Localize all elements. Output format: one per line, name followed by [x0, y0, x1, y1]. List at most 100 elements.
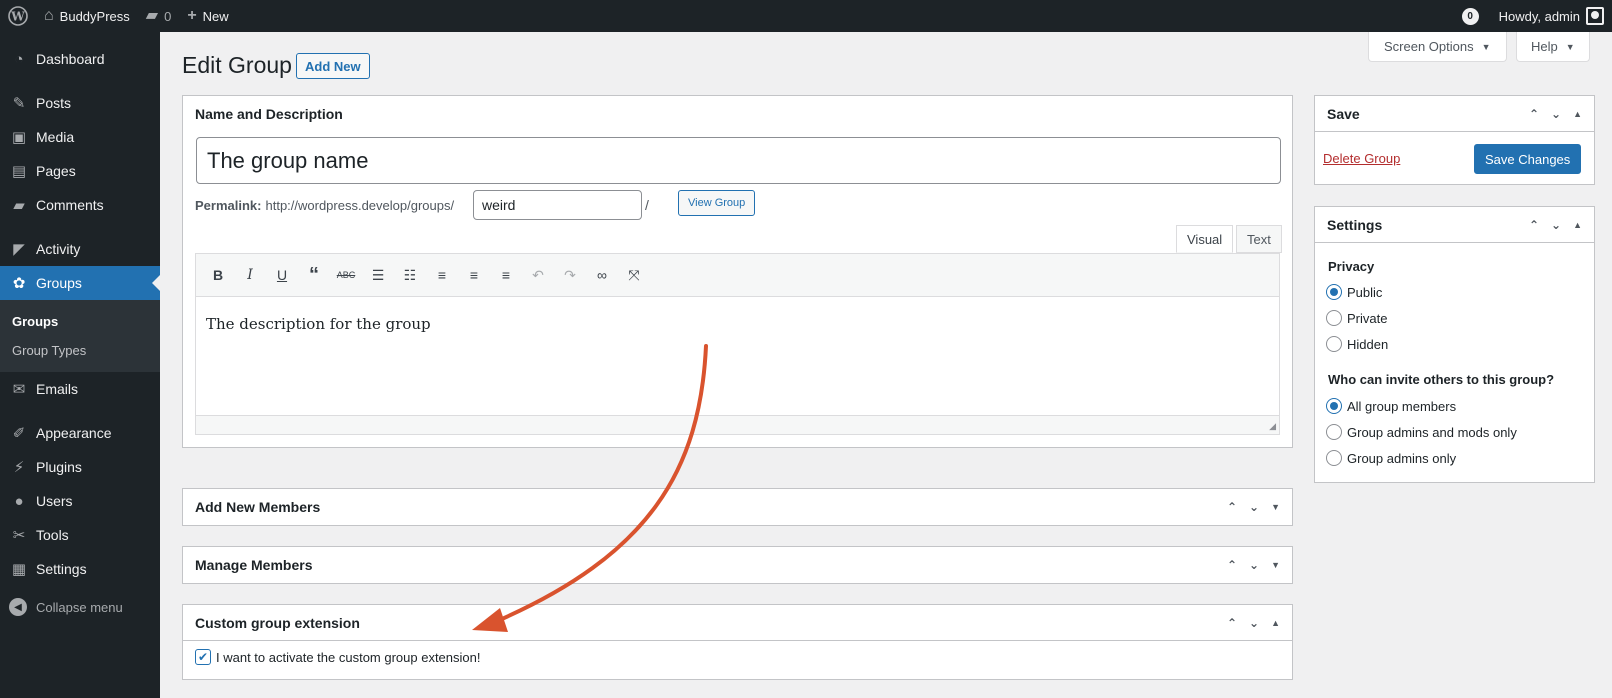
link-icon[interactable]: ∞ [586, 260, 618, 290]
postbox-header[interactable]: Settings ⌃ ⌄ ▲ [1315, 207, 1594, 243]
sidebar-item-appearance[interactable]: ✐ Appearance [0, 416, 160, 450]
sidebar-item-label: Dashboard [36, 51, 105, 67]
notification-badge[interactable]: 0 [1461, 7, 1479, 25]
italic-icon[interactable]: I [234, 260, 266, 290]
privacy-option-hidden[interactable]: Hidden [1326, 336, 1388, 352]
move-up-icon[interactable]: ⌃ [1227, 616, 1237, 630]
home-icon: ⌂ [44, 7, 54, 24]
help-button[interactable]: Help ▼ [1516, 32, 1590, 62]
sidebar-item-groups[interactable]: ✿ Groups [0, 266, 160, 300]
custom-extension-checkbox[interactable]: ✔ [195, 649, 211, 665]
sidebar-item-posts[interactable]: ✎ Posts [0, 86, 160, 120]
strikethrough-icon[interactable]: ABC [330, 260, 362, 290]
bold-icon[interactable]: B [202, 260, 234, 290]
fullscreen-icon[interactable]: ⤧ [618, 260, 650, 290]
postbox-header[interactable]: Manage Members ⌃ ⌄ ▼ [183, 547, 1292, 583]
delete-group-link[interactable]: Delete Group [1323, 151, 1400, 166]
align-right-icon[interactable]: ≡ [490, 260, 522, 290]
sidebar-item-plugins[interactable]: ⚡ Plugins [0, 450, 160, 484]
sidebar-item-comments[interactable]: ▰ Comments [0, 188, 160, 222]
invite-option-all[interactable]: All group members [1326, 398, 1456, 414]
toggle-panel-icon[interactable]: ▲ [1271, 618, 1280, 628]
add-new-button[interactable]: Add New [296, 53, 370, 79]
postbox-header[interactable]: Custom group extension ⌃ ⌄ ▲ [183, 605, 1292, 641]
tab-visual[interactable]: Visual [1176, 225, 1234, 253]
underline-icon[interactable]: U [266, 260, 298, 290]
numbered-list-icon[interactable]: ☷ [394, 260, 426, 290]
postbox-header[interactable]: Add New Members ⌃ ⌄ ▼ [183, 489, 1292, 525]
slug-input[interactable]: weird [473, 190, 642, 220]
move-down-icon[interactable]: ⌄ [1249, 500, 1259, 514]
sidebar-item-tools[interactable]: ✂ Tools [0, 518, 160, 552]
sidebar-item-settings[interactable]: ▦ Settings [0, 552, 160, 586]
move-up-icon[interactable]: ⌃ [1227, 558, 1237, 572]
my-account-link[interactable]: Howdy, admin [1491, 0, 1612, 32]
privacy-option-private[interactable]: Private [1326, 310, 1387, 326]
sidebar-item-pages[interactable]: ▤ Pages [0, 154, 160, 188]
align-left-icon[interactable]: ≡ [426, 260, 458, 290]
toggle-panel-icon[interactable]: ▼ [1271, 560, 1280, 570]
editor-statusbar: ◢ [196, 415, 1279, 434]
move-down-icon[interactable]: ⌄ [1551, 107, 1561, 121]
radio-public[interactable] [1326, 284, 1342, 300]
sidebar-item-label: Plugins [36, 459, 82, 475]
sidebar-item-users[interactable]: ● Users [0, 484, 160, 518]
radio-admins-mods[interactable] [1326, 424, 1342, 440]
save-changes-button[interactable]: Save Changes [1474, 144, 1582, 174]
dashboard-icon: ◔ [14, 50, 24, 68]
screen-options-button[interactable]: Screen Options ▼ [1368, 32, 1507, 62]
sidebar-item-media[interactable]: ▣ Media [0, 120, 160, 154]
radio-hidden[interactable] [1326, 336, 1342, 352]
toggle-panel-icon[interactable]: ▼ [1271, 502, 1280, 512]
new-content-link[interactable]: + New [179, 0, 236, 32]
avatar [1586, 7, 1604, 25]
sidebar-item-dashboard[interactable]: ◔ Dashboard [0, 42, 160, 76]
editor-content[interactable]: The description for the group [196, 297, 1279, 415]
blockquote-icon[interactable]: “ [298, 260, 330, 290]
move-down-icon[interactable]: ⌄ [1249, 558, 1259, 572]
move-up-icon[interactable]: ⌃ [1529, 107, 1539, 121]
sidebar-item-emails[interactable]: ✉ Emails [0, 372, 160, 406]
privacy-option-public[interactable]: Public [1326, 284, 1382, 300]
tab-text[interactable]: Text [1236, 225, 1282, 253]
radio-label: Public [1347, 284, 1383, 300]
bullet-list-icon[interactable]: ☰ [362, 260, 394, 290]
site-name-link[interactable]: ⌂ BuddyPress [36, 0, 138, 32]
sidebar-item-label: Pages [36, 163, 76, 179]
radio-all-members[interactable] [1326, 398, 1342, 414]
move-down-icon[interactable]: ⌄ [1249, 616, 1259, 630]
postbox-title: Custom group extension [195, 614, 360, 631]
sidebar-item-label: Tools [36, 527, 69, 543]
move-down-icon[interactable]: ⌄ [1551, 218, 1561, 232]
view-group-button[interactable]: View Group [678, 190, 756, 216]
plug-icon: ⚡ [13, 459, 25, 476]
radio-admins[interactable] [1326, 450, 1342, 466]
invite-option-admins-mods[interactable]: Group admins and mods only [1326, 424, 1517, 440]
submenu-item-group-types[interactable]: Group Types [0, 336, 160, 365]
toggle-panel-icon[interactable]: ▲ [1573, 220, 1582, 230]
move-up-icon[interactable]: ⌃ [1227, 500, 1237, 514]
sidebar-item-activity[interactable]: ◤ Activity [0, 232, 160, 266]
permalink-url: http://wordpress.develop/groups/ [265, 198, 455, 213]
submenu-item-groups[interactable]: Groups [0, 307, 160, 336]
collapse-menu-button[interactable]: ◀ Collapse menu [0, 590, 160, 624]
postbox-header[interactable]: Save ⌃ ⌄ ▲ [1315, 96, 1594, 132]
comments-link[interactable]: ▰ 0 [138, 0, 180, 32]
move-up-icon[interactable]: ⌃ [1529, 218, 1539, 232]
undo-icon[interactable]: ↶ [522, 260, 554, 290]
custom-extension-option: ✔ I want to activate the custom group ex… [195, 649, 480, 665]
group-name-input[interactable]: The group name [196, 137, 1281, 184]
align-center-icon[interactable]: ≡ [458, 260, 490, 290]
toggle-panel-icon[interactable]: ▲ [1573, 109, 1582, 119]
invite-option-admins[interactable]: Group admins only [1326, 450, 1456, 466]
radio-private[interactable] [1326, 310, 1342, 326]
howdy-text: Howdy, admin [1498, 8, 1580, 24]
description-editor: B I U “ ABC ☰ ☷ ≡ ≡ ≡ ↶ ↷ ∞ ⤧ The descri… [195, 253, 1280, 435]
screen-options-label: Screen Options [1384, 39, 1474, 54]
wrench-icon: ✂ [12, 527, 26, 544]
radio-label: Hidden [1347, 336, 1389, 352]
redo-icon[interactable]: ↷ [554, 260, 586, 290]
wordpress-logo-icon[interactable]: W [0, 0, 36, 32]
sidebar-item-label: Emails [36, 381, 79, 397]
resize-handle-icon[interactable]: ◢ [1269, 421, 1276, 432]
